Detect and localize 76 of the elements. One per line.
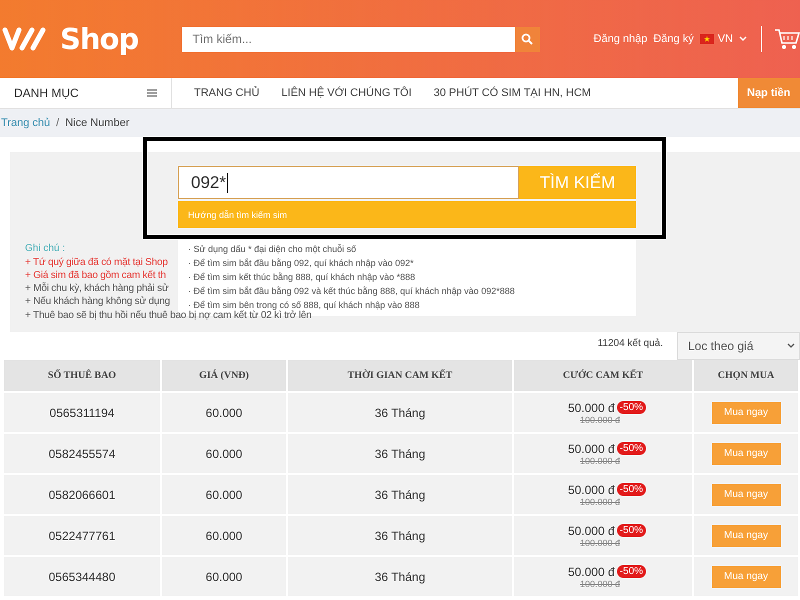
old-price: 100.000 đ bbox=[578, 538, 622, 548]
sort-select[interactable]: Loc theo giá bbox=[677, 332, 800, 360]
table-cell: 36 Tháng bbox=[287, 433, 513, 474]
guide-title: Hướng dẫn tìm kiếm sim bbox=[187, 210, 287, 220]
nav-link[interactable]: LIÊN HỆ VỚI CHÚNG TÔI bbox=[281, 87, 412, 99]
buy-button[interactable]: Mua ngay bbox=[712, 524, 780, 546]
guide-item: · Để tìm sim bắt đầu bằng 092 và kết thúc bằng 888, quí khách nhập vào 092*888 bbox=[187, 285, 516, 298]
guide-item: · Để tìm sim kết thúc bằng 888, quí khách nhập vào *888 bbox=[187, 271, 416, 284]
table-cell: 0582455574 bbox=[4, 433, 161, 474]
table-cell: 60.000 bbox=[161, 556, 287, 596]
menu-icon bbox=[147, 89, 157, 97]
note-line: + Giá sim đã bao gồm cam kết th bbox=[25, 269, 166, 282]
account-link[interactable]: Đăng nhập bbox=[594, 33, 648, 45]
buy-button[interactable]: Mua ngay bbox=[712, 566, 780, 588]
notes-title: Ghi chú : bbox=[25, 242, 66, 256]
guide-item: · Sử dụng dấu * đại diện cho một chuỗi số bbox=[187, 243, 358, 256]
search-button[interactable] bbox=[514, 26, 540, 52]
flag-icon bbox=[700, 34, 714, 44]
table-cell: 60.000 bbox=[161, 433, 287, 474]
note-line: + Nếu khách hàng không sử dụng bbox=[25, 295, 170, 308]
guide-item: · Để tìm sim bên trong có số 888, quí khách nhập vào 888 bbox=[187, 299, 421, 310]
caret-icon bbox=[739, 36, 747, 42]
old-price: 100.000 đ bbox=[578, 414, 622, 424]
table-cell: 60.000 bbox=[161, 515, 287, 556]
breadcrumb-current: Nice Number bbox=[65, 117, 130, 129]
column-header: SỐ THUÊ BAO bbox=[4, 360, 161, 392]
old-price: 100.000 đ bbox=[578, 456, 622, 466]
table-cell: 36 Tháng bbox=[287, 392, 513, 433]
search-field[interactable]: Tìm kiếm... bbox=[182, 26, 515, 52]
topup-button[interactable]: Nạp tiền bbox=[738, 78, 800, 108]
logo-text: Shop bbox=[60, 22, 138, 56]
table-cell: 0565344480 bbox=[4, 556, 161, 596]
account-link[interactable]: Đăng ký bbox=[653, 33, 694, 45]
old-price: 100.000 đ bbox=[578, 496, 622, 506]
buy-button[interactable]: Mua ngay bbox=[712, 442, 780, 464]
fee-price: 50.000 đ bbox=[568, 400, 615, 414]
breadcrumb-link[interactable]: Trang chủ bbox=[1, 117, 50, 129]
nav-link[interactable]: 30 PHÚT CÓ SIM TẠI HN, HCM bbox=[434, 87, 591, 99]
category-menu[interactable]: DANH MỤC bbox=[0, 78, 172, 108]
note-line: + Thuê bao sẽ bị thu hồi nếu thuê bao bị nợ cam kết từ 02 kì trở lên bbox=[25, 310, 312, 322]
table-cell: 0522477761 bbox=[4, 515, 161, 556]
cart-icon[interactable] bbox=[774, 27, 800, 51]
discount-badge: -50% bbox=[616, 565, 646, 578]
column-header: CHỌN MUA bbox=[693, 360, 799, 392]
fee-price: 50.000 đ bbox=[568, 482, 615, 496]
table-cell: 0582066601 bbox=[4, 474, 161, 515]
discount-badge: -50% bbox=[616, 524, 646, 537]
column-header: CƯỚC CAM KẾT bbox=[513, 360, 693, 392]
table-cell: 60.000 bbox=[161, 392, 287, 433]
discount-badge: -50% bbox=[616, 483, 646, 496]
discount-badge: -50% bbox=[616, 401, 646, 414]
guide-item: · Để tìm sim bắt đầu bằng 092, quí khách nhập vào 092* bbox=[187, 257, 415, 270]
table-cell: 60.000 bbox=[161, 474, 287, 515]
nav-link[interactable]: TRANG CHỦ bbox=[194, 87, 260, 99]
table-cell: 36 Tháng bbox=[287, 515, 513, 556]
language-selector[interactable]: VN bbox=[718, 33, 733, 45]
sim-search-field[interactable]: 092* bbox=[178, 166, 519, 199]
buy-button[interactable]: Mua ngay bbox=[712, 484, 780, 506]
fee-price: 50.000 đ bbox=[568, 564, 615, 578]
discount-badge: -50% bbox=[616, 442, 646, 455]
results-count: 11204 kết quả. bbox=[598, 338, 663, 348]
buy-button[interactable]: Mua ngay bbox=[712, 402, 780, 424]
note-line: + Mỗi chu kỳ, khách hàng phải sử bbox=[25, 282, 168, 295]
fee-price: 50.000 đ bbox=[568, 524, 615, 538]
fee-price: 50.000 đ bbox=[568, 442, 615, 456]
table-cell: 0565311194 bbox=[4, 392, 161, 433]
caret-icon bbox=[787, 343, 795, 349]
note-line: + Tứ quý giữa đã có mặt tại Shop bbox=[25, 256, 168, 269]
table-cell: 36 Tháng bbox=[287, 556, 513, 596]
sim-search-button[interactable]: TÌM KIẾM bbox=[519, 166, 636, 199]
old-price: 100.000 đ bbox=[578, 578, 622, 588]
table-cell: 36 Tháng bbox=[287, 474, 513, 515]
search-icon bbox=[521, 33, 534, 45]
column-header: GIÁ (VNĐ) bbox=[161, 360, 287, 392]
column-header: THỜI GIAN CAM KẾT bbox=[287, 360, 513, 392]
breadcrumb-separator: / bbox=[56, 117, 60, 129]
